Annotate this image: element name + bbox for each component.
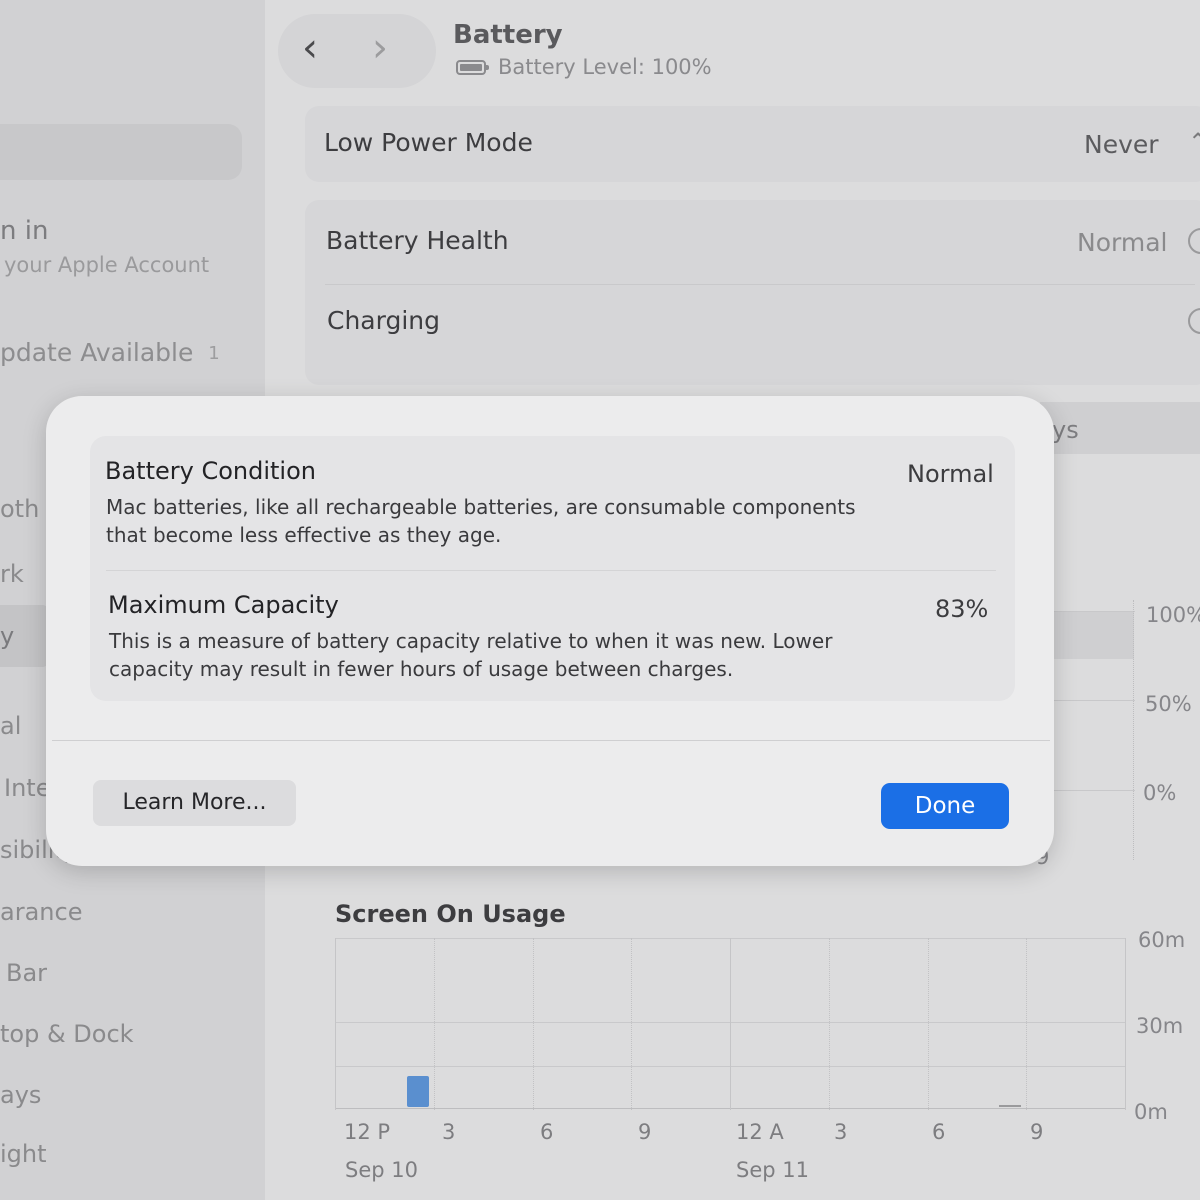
done-button[interactable]: Done bbox=[881, 783, 1009, 829]
sidebar-search-field[interactable] bbox=[0, 124, 242, 180]
chevron-right-icon[interactable]: › bbox=[372, 28, 388, 68]
chevron-up-down-icon[interactable]: ⌃ bbox=[1188, 128, 1200, 156]
maximum-capacity-title: Maximum Capacity bbox=[108, 591, 339, 619]
sidebar-item-spotlight[interactable]: ight bbox=[0, 1140, 47, 1168]
usage-gridline-vertical bbox=[927, 938, 929, 1110]
sidebar-item-menu-bar[interactable]: Bar bbox=[6, 959, 47, 987]
usage-gridline-vertical bbox=[532, 938, 534, 1110]
maximum-capacity-description: This is a measure of battery capacity re… bbox=[109, 629, 833, 681]
battery-condition-value: Normal bbox=[907, 460, 994, 488]
update-count-badge: 1 bbox=[208, 343, 220, 364]
chart-gridline bbox=[1050, 611, 1135, 612]
usage-x-tick: 6 bbox=[932, 1120, 946, 1144]
sidebar-signin-subtitle[interactable]: your Apple Account bbox=[4, 253, 209, 277]
usage-y-tick: 60m bbox=[1138, 928, 1186, 952]
chart-gridline bbox=[1050, 790, 1135, 791]
battery-level-y-tick: 0% bbox=[1143, 781, 1177, 805]
usage-gridline-vertical bbox=[730, 938, 731, 1110]
usage-x-tick: 6 bbox=[540, 1120, 554, 1144]
sidebar-item-update[interactable]: pdate Available bbox=[0, 338, 193, 367]
battery-level-y-tick: 100% bbox=[1146, 603, 1200, 627]
sidebar-item-desktop-dock[interactable]: top & Dock bbox=[0, 1020, 134, 1048]
sidebar-item-network[interactable]: rk bbox=[0, 560, 24, 588]
sidebar-item-displays[interactable]: ays bbox=[0, 1081, 41, 1109]
sidebar-item-general[interactable]: al bbox=[0, 712, 21, 740]
usage-y-tick: 0m bbox=[1134, 1100, 1168, 1124]
chart-gridline-vertical bbox=[1133, 600, 1134, 860]
page-title: Battery bbox=[453, 20, 563, 50]
dialog-footer-divider bbox=[52, 740, 1050, 741]
battery-condition-description: Mac batteries, like all rechargeable bat… bbox=[106, 495, 856, 547]
usage-gridline-vertical bbox=[1125, 938, 1126, 1110]
usage-gridline-vertical bbox=[1026, 938, 1028, 1110]
sidebar-item-battery[interactable]: y bbox=[0, 622, 14, 650]
usage-gridline-vertical bbox=[828, 938, 830, 1110]
maximum-capacity-value: 83% bbox=[935, 595, 989, 623]
usage-x-tick: 9 bbox=[1030, 1120, 1044, 1144]
usage-gridline-vertical bbox=[433, 938, 435, 1110]
usage-x-tick: 3 bbox=[442, 1120, 456, 1144]
battery-level-text: Battery Level: 100% bbox=[498, 55, 712, 79]
usage-x-tick: 12 A bbox=[736, 1120, 784, 1144]
low-power-mode-select[interactable]: Never bbox=[1084, 130, 1159, 159]
usage-gridline-vertical bbox=[335, 938, 336, 1110]
usage-bar bbox=[406, 1075, 429, 1107]
battery-icon bbox=[456, 60, 489, 75]
usage-x-tick: 9 bbox=[638, 1120, 652, 1144]
usage-date-label: Sep 11 bbox=[736, 1158, 809, 1182]
usage-x-tick: 12 P bbox=[344, 1120, 391, 1144]
chart-gridline bbox=[1050, 700, 1135, 701]
tab-last-days[interactable]: ys bbox=[1052, 416, 1079, 444]
battery-condition-title: Battery Condition bbox=[105, 457, 316, 485]
learn-more-button[interactable]: Learn More... bbox=[93, 780, 296, 826]
usage-bar-minimal bbox=[999, 1105, 1022, 1107]
card-divider bbox=[325, 284, 1195, 285]
low-power-mode-label: Low Power Mode bbox=[324, 128, 533, 157]
dialog-divider bbox=[106, 570, 996, 571]
usage-date-label: Sep 10 bbox=[345, 1158, 418, 1182]
sidebar-item-appearance[interactable]: arance bbox=[0, 898, 82, 926]
usage-y-tick: 30m bbox=[1136, 1014, 1184, 1038]
sidebar-item-bluetooth[interactable]: oth bbox=[0, 495, 39, 523]
usage-gridline-vertical bbox=[631, 938, 633, 1110]
battery-health-value: Normal bbox=[1077, 228, 1168, 257]
battery-level-area bbox=[1050, 611, 1134, 659]
chevron-left-icon[interactable]: ‹ bbox=[302, 28, 318, 68]
sidebar-item-apple-intelligence[interactable]: Inte bbox=[4, 774, 50, 802]
battery-level-y-tick: 50% bbox=[1145, 692, 1192, 716]
charging-label: Charging bbox=[327, 306, 440, 335]
sidebar-signin-title[interactable]: n in bbox=[0, 216, 48, 246]
usage-chart-title: Screen On Usage bbox=[335, 900, 566, 928]
battery-health-label: Battery Health bbox=[326, 226, 509, 255]
usage-x-tick: 3 bbox=[834, 1120, 848, 1144]
